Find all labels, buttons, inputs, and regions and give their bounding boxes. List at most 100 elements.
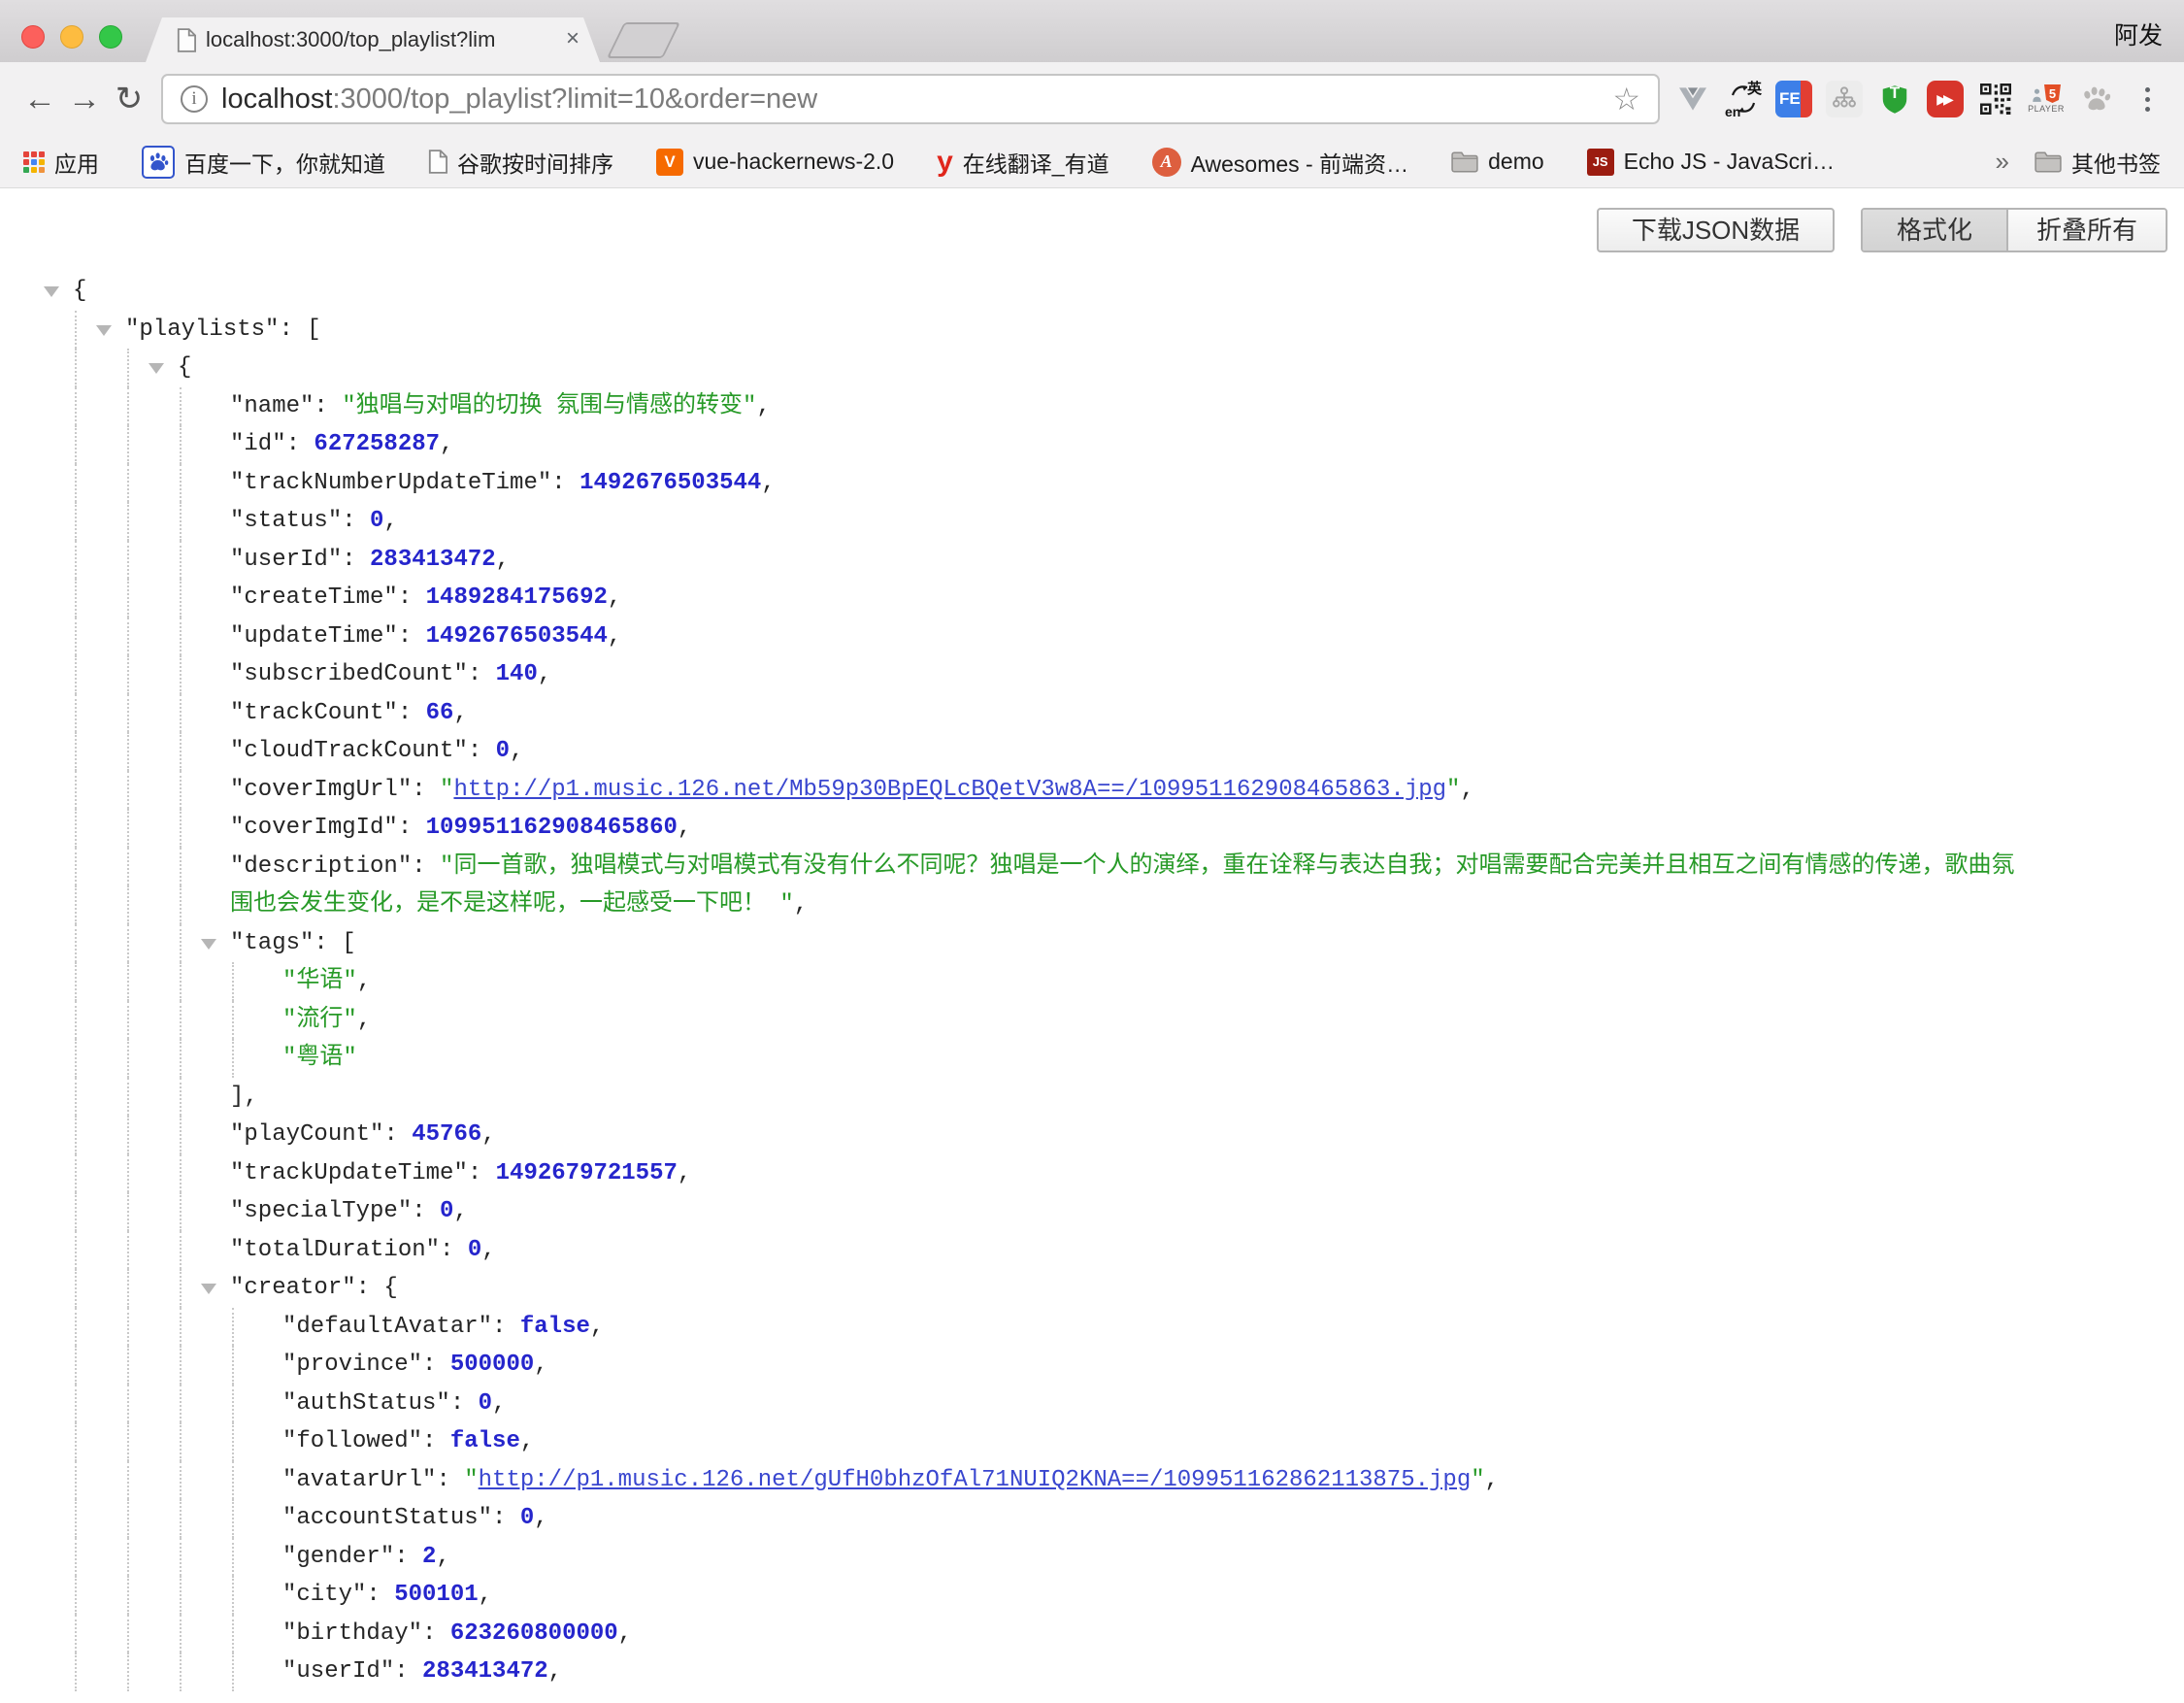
collapse-toggle-icon[interactable] xyxy=(44,286,59,297)
indent-guide xyxy=(127,1461,129,1500)
toolbar: ← → ↻ i localhost:3000/top_playlist?limi… xyxy=(0,62,2184,136)
bookmark-google-sort[interactable]: 谷歌按时间排序 xyxy=(428,146,613,179)
indent-guide xyxy=(180,502,182,541)
indent-guide xyxy=(180,655,182,694)
browser-tab[interactable]: localhost:3000/top_playlist?lim × xyxy=(146,17,600,62)
indent-guide xyxy=(75,1422,77,1461)
json-token: , xyxy=(436,1544,449,1570)
json-token: , xyxy=(1460,777,1473,803)
shield-t-icon[interactable]: T xyxy=(1875,80,1914,118)
indent-guide xyxy=(75,1039,77,1078)
json-token: : xyxy=(422,1428,450,1454)
indent-guide xyxy=(127,655,129,694)
forward-icon[interactable]: → xyxy=(62,77,107,121)
json-token: , xyxy=(383,508,397,534)
close-window-button[interactable] xyxy=(21,25,45,49)
qr-code-icon[interactable] xyxy=(1976,80,2015,118)
indent-guide xyxy=(180,962,182,1001)
json-line: "userId": 283413472, xyxy=(0,1653,2184,1691)
json-token: : xyxy=(440,1237,468,1263)
json-line: "description": "同一首歌，独唱模式与对唱模式有没有什么不同呢？独… xyxy=(0,848,2184,886)
youdao-translate-icon[interactable]: 英 en xyxy=(1724,80,1763,118)
json-line: "cloudTrackCount": 0, xyxy=(0,732,2184,771)
json-line: { xyxy=(0,272,2184,311)
reload-icon[interactable]: ↻ xyxy=(107,77,151,121)
json-token: "流行" xyxy=(282,1007,357,1033)
indent-guide xyxy=(232,1538,234,1577)
browser-window: localhost:3000/top_playlist?lim × 阿发 ← →… xyxy=(0,0,2184,1703)
json-token: "city" xyxy=(282,1582,366,1608)
bookmark-awesomes[interactable]: A Awesomes - 前端资… xyxy=(1152,146,1409,179)
bookmarks-overflow-chevron[interactable]: » xyxy=(1996,147,2009,177)
sitemap-icon[interactable] xyxy=(1825,80,1864,118)
indent-guide xyxy=(75,732,77,771)
json-token: "userId" xyxy=(282,1658,394,1685)
json-token: : xyxy=(468,1160,496,1186)
html5-player-icon[interactable]: 5 PLAYER xyxy=(2027,80,2066,118)
json-token: : xyxy=(342,547,370,573)
json-token: 0 xyxy=(440,1198,453,1224)
bookmark-star-icon[interactable]: ☆ xyxy=(1612,81,1640,117)
vue-devtools-icon[interactable] xyxy=(1673,80,1712,118)
json-token: 1492676503544 xyxy=(579,470,761,496)
indent-guide xyxy=(75,618,77,656)
collapse-toggle-icon[interactable] xyxy=(96,325,112,336)
indent-guide xyxy=(180,425,182,464)
json-token: "tags" xyxy=(230,930,314,956)
indent-guide xyxy=(232,1615,234,1653)
json-token: " xyxy=(1446,777,1460,803)
json-line: "粤语" xyxy=(0,1039,2184,1078)
collapse-toggle-icon[interactable] xyxy=(201,1284,216,1294)
json-link[interactable]: http://p1.music.126.net/gUfH0bhzOfAl71NU… xyxy=(479,1467,1472,1493)
bookmark-apps[interactable]: 应用 xyxy=(23,146,99,179)
bookmark-baidu[interactable]: 百度一下，你就知道 xyxy=(142,146,385,179)
json-line: "gender": 2, xyxy=(0,1538,2184,1577)
indent-guide xyxy=(127,541,129,580)
json-token: : xyxy=(286,431,314,457)
browser-menu-icon[interactable] xyxy=(2128,80,2167,118)
json-token: , xyxy=(1485,1467,1499,1493)
json-token: , xyxy=(492,1390,506,1417)
json-token: : xyxy=(551,470,579,496)
indent-guide xyxy=(75,349,77,387)
json-token: 围也会发生变化，是不是这样呢，一起感受一下吧！ " xyxy=(230,891,794,918)
bookmark-youdao[interactable]: y 在线翻译_有道 xyxy=(937,146,1109,179)
tab-close-icon[interactable]: × xyxy=(559,25,586,52)
titlebar: localhost:3000/top_playlist?lim × 阿发 xyxy=(0,0,2184,62)
new-tab-button[interactable] xyxy=(607,22,680,58)
address-bar[interactable]: i localhost:3000/top_playlist?limit=10&o… xyxy=(161,74,1660,124)
indent-guide xyxy=(127,1346,129,1385)
bookmark-demo[interactable]: demo xyxy=(1451,149,1544,175)
indent-guide xyxy=(232,1346,234,1385)
profile-name[interactable]: 阿发 xyxy=(2114,17,2163,51)
indent-guide xyxy=(127,579,129,618)
json-token: , xyxy=(756,393,770,419)
vue-badge-icon: V xyxy=(656,149,683,176)
page-info-icon[interactable]: i xyxy=(181,85,208,113)
json-token: , xyxy=(496,547,510,573)
indent-guide xyxy=(180,1576,182,1615)
fe-extension-icon[interactable]: FE xyxy=(1774,80,1813,118)
indent-guide xyxy=(127,349,129,387)
json-line: "accountStatus": 0, xyxy=(0,1499,2184,1538)
minimize-window-button[interactable] xyxy=(60,25,83,49)
download-json-button[interactable]: 下载JSON数据 xyxy=(1597,208,1835,252)
fast-forward-icon[interactable]: ▶▶ xyxy=(1926,80,1965,118)
indent-guide xyxy=(127,1499,129,1538)
url-host: localhost xyxy=(221,83,332,115)
bookmark-vue-hackernews[interactable]: V vue-hackernews-2.0 xyxy=(656,149,894,176)
json-token: "华语" xyxy=(282,968,357,994)
bookmark-others-folder[interactable]: 其他书签 xyxy=(2035,146,2161,179)
collapse-all-button[interactable]: 折叠所有 xyxy=(2008,210,2166,250)
zoom-window-button[interactable] xyxy=(99,25,122,49)
paw-icon[interactable] xyxy=(2077,80,2116,118)
collapse-toggle-icon[interactable] xyxy=(201,939,216,950)
indent-guide xyxy=(127,1192,129,1231)
collapse-toggle-icon[interactable] xyxy=(149,363,164,374)
json-token: : xyxy=(422,1352,450,1378)
json-link[interactable]: http://p1.music.126.net/Mb59p30BpEQLcBQe… xyxy=(453,777,1446,803)
format-button[interactable]: 格式化 xyxy=(1863,210,2008,250)
back-icon[interactable]: ← xyxy=(17,77,62,121)
bookmark-echojs[interactable]: JS Echo JS - JavaScri… xyxy=(1587,149,1835,176)
json-token: "description" xyxy=(230,853,412,880)
